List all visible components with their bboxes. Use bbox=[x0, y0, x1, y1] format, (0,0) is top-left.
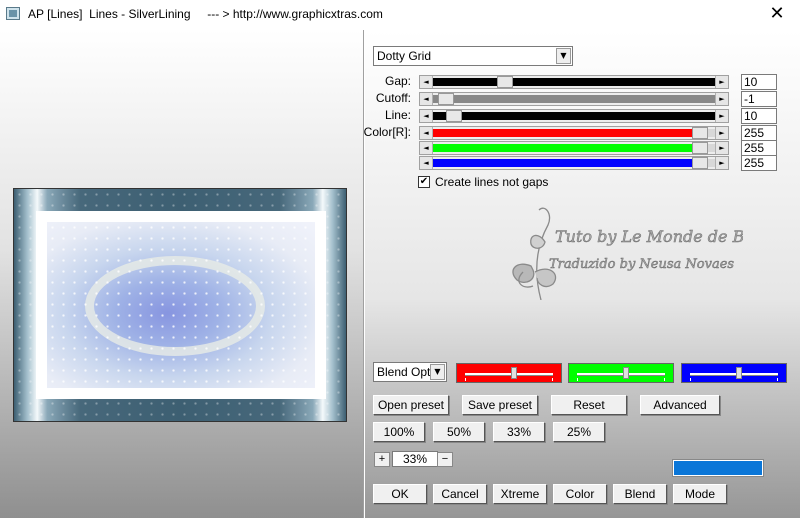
create-lines-label: Create lines not gaps bbox=[435, 175, 549, 189]
slider-left-icon[interactable]: ◄ bbox=[420, 76, 433, 88]
color-slider-thumb[interactable] bbox=[623, 367, 629, 379]
color-slider-track[interactable] bbox=[465, 373, 553, 376]
chevron-down-icon[interactable]: ▼ bbox=[430, 364, 445, 380]
mode-button[interactable]: Mode bbox=[673, 484, 727, 504]
slider-track[interactable] bbox=[433, 112, 715, 120]
app-icon bbox=[6, 7, 20, 20]
slider-right-icon[interactable]: ► bbox=[715, 127, 728, 139]
slider[interactable]: ◄ ► bbox=[419, 156, 729, 170]
chevron-down-icon[interactable]: ▼ bbox=[556, 48, 571, 64]
ok-button[interactable]: OK bbox=[373, 484, 427, 504]
slider-left-icon[interactable]: ◄ bbox=[420, 157, 433, 169]
slider[interactable]: ◄ ► bbox=[419, 75, 729, 89]
slider-track[interactable] bbox=[433, 129, 715, 137]
slider[interactable]: ◄ ► bbox=[419, 109, 729, 123]
zoom-100-button[interactable]: 100% bbox=[373, 422, 425, 442]
slider-left-icon[interactable]: ◄ bbox=[420, 93, 433, 105]
blend-options-select[interactable]: Blend Options ▼ bbox=[373, 362, 447, 382]
slider-track[interactable] bbox=[433, 159, 715, 167]
title-bar: AP [Lines] Lines - SilverLining --- > ht… bbox=[0, 0, 800, 30]
slider-thumb[interactable] bbox=[692, 142, 708, 154]
save-preset-button[interactable]: Save preset bbox=[462, 395, 538, 415]
slider-left-icon[interactable]: ◄ bbox=[420, 142, 433, 154]
blend-options-value: Blend Options bbox=[377, 365, 431, 379]
slider-value-field[interactable]: 255 bbox=[741, 140, 777, 156]
slider-thumb[interactable] bbox=[497, 76, 513, 88]
slider-right-icon[interactable]: ► bbox=[715, 93, 728, 105]
slider-track[interactable] bbox=[433, 78, 715, 86]
watermark-line-1: Tuto by Le Monde de Bea bbox=[555, 227, 743, 246]
slider[interactable]: ◄ ► bbox=[419, 126, 729, 140]
slider-value-field[interactable]: 255 bbox=[741, 155, 777, 171]
color-slider-track[interactable] bbox=[690, 373, 778, 376]
flower-icon bbox=[512, 207, 557, 300]
watermark-line-2: Traduzido by Neusa Novaes bbox=[549, 257, 734, 272]
watermark: Tuto by Le Monde de Bea Traduzido by Neu… bbox=[512, 207, 743, 300]
style-select[interactable]: Dotty Grid ▼ bbox=[373, 46, 573, 66]
slider[interactable]: ◄ ► bbox=[419, 92, 729, 106]
preview-pane bbox=[0, 30, 363, 518]
zoom-in-button[interactable]: + bbox=[374, 452, 390, 467]
color-slider-ticks bbox=[465, 378, 553, 381]
slider-thumb[interactable] bbox=[692, 157, 708, 169]
slider-thumb[interactable] bbox=[438, 93, 454, 105]
slider-right-icon[interactable]: ► bbox=[715, 110, 728, 122]
slider-label: Gap: bbox=[384, 74, 411, 88]
color-slider-thumb[interactable] bbox=[511, 367, 517, 379]
cancel-button[interactable]: Cancel bbox=[433, 484, 487, 504]
reset-button[interactable]: Reset bbox=[551, 395, 627, 415]
style-select-value: Dotty Grid bbox=[377, 49, 432, 63]
zoom-out-button[interactable]: − bbox=[437, 452, 453, 467]
slider-right-icon[interactable]: ► bbox=[715, 76, 728, 88]
window-title: AP [Lines] Lines - SilverLining --- > ht… bbox=[28, 7, 383, 21]
zoom-25-button[interactable]: 25% bbox=[553, 422, 605, 442]
slider-value-field[interactable]: 10 bbox=[741, 74, 777, 90]
create-lines-checkbox[interactable]: ✔ bbox=[418, 176, 430, 188]
color-slider-box[interactable] bbox=[456, 363, 562, 383]
zoom-50-button[interactable]: 50% bbox=[433, 422, 485, 442]
zoom-33-button[interactable]: 33% bbox=[493, 422, 545, 442]
slider-value-field[interactable]: 255 bbox=[741, 125, 777, 141]
preview-image[interactable] bbox=[13, 188, 347, 422]
slider[interactable]: ◄ ► bbox=[419, 141, 729, 155]
dotty-grid-overlay-outer bbox=[14, 189, 346, 421]
color-slider-track[interactable] bbox=[577, 373, 665, 376]
color-button[interactable]: Color bbox=[553, 484, 607, 504]
slider-track[interactable] bbox=[433, 95, 715, 103]
color-slider-ticks bbox=[690, 378, 778, 381]
advanced-button[interactable]: Advanced bbox=[640, 395, 720, 415]
slider-right-icon[interactable]: ► bbox=[715, 157, 728, 169]
open-preset-button[interactable]: Open preset bbox=[373, 395, 449, 415]
slider-right-icon[interactable]: ► bbox=[715, 142, 728, 154]
controls-pane: Dotty Grid ▼ Gap: ◄ ► 10 Cutoff: ◄ ► -1 Line: ◄ ► 1… bbox=[364, 30, 800, 518]
slider-label: Cutoff: bbox=[375, 91, 411, 105]
slider-track[interactable] bbox=[433, 144, 715, 152]
color-swatch[interactable] bbox=[672, 459, 764, 477]
color-slider-box[interactable] bbox=[568, 363, 674, 383]
color-slider-thumb[interactable] bbox=[736, 367, 742, 379]
close-icon[interactable]: ✕ bbox=[764, 3, 790, 25]
slider-thumb[interactable] bbox=[446, 110, 462, 122]
slider-label: Color[R]: bbox=[363, 125, 411, 139]
slider-left-icon[interactable]: ◄ bbox=[420, 110, 433, 122]
slider-thumb[interactable] bbox=[692, 127, 708, 139]
zoom-level-field[interactable]: 33% bbox=[392, 451, 438, 467]
blend-button[interactable]: Blend bbox=[613, 484, 667, 504]
slider-value-field[interactable]: -1 bbox=[741, 91, 777, 107]
slider-left-icon[interactable]: ◄ bbox=[420, 127, 433, 139]
slider-label: Line: bbox=[384, 108, 411, 122]
xtreme-button[interactable]: Xtreme bbox=[493, 484, 547, 504]
slider-value-field[interactable]: 10 bbox=[741, 108, 777, 124]
color-slider-box[interactable] bbox=[681, 363, 787, 383]
color-slider-ticks bbox=[577, 378, 665, 381]
